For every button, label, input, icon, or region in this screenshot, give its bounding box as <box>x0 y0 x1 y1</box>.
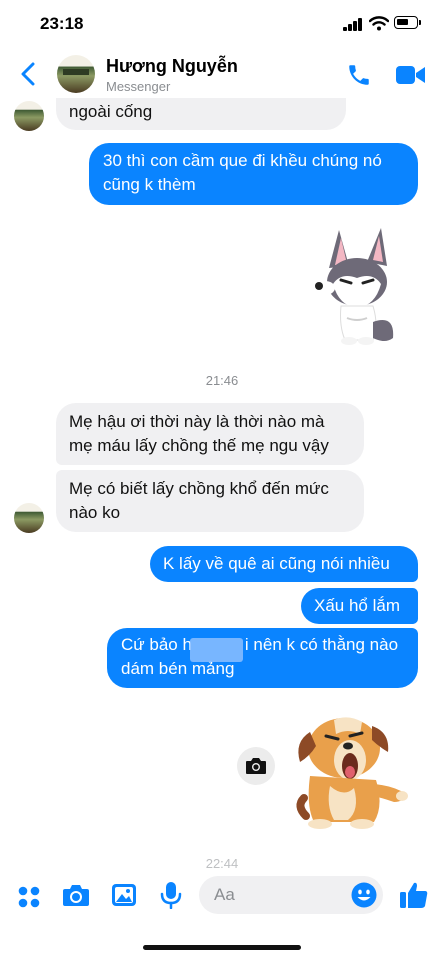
message-text: K lấy về quê ai cũng nói nhiều <box>163 554 390 573</box>
message-outgoing[interactable]: Cứ bảo hi nên k có thằng nào dám bén mản… <box>107 628 418 688</box>
microphone-icon[interactable] <box>160 881 182 909</box>
puppy-sticker[interactable] <box>290 706 410 830</box>
message-outgoing[interactable]: Xấu hổ lắm <box>301 588 418 624</box>
husky-sticker[interactable] <box>311 222 403 348</box>
message-text-part: i nên k có thằng nào <box>244 635 399 654</box>
message-incoming[interactable]: ngoài cống <box>56 98 346 130</box>
video-call-icon[interactable] <box>396 65 426 85</box>
gallery-icon[interactable] <box>111 883 137 907</box>
home-indicator[interactable] <box>143 945 301 950</box>
message-text: Mẹ có biết lấy chồng khổ đến mức nào ko <box>69 479 329 522</box>
wifi-icon <box>369 16 389 31</box>
apps-menu-icon[interactable] <box>17 885 41 909</box>
status-time: 23:18 <box>40 14 84 33</box>
message-outgoing[interactable]: K lấy về quê ai cũng nói nhiều <box>150 546 418 582</box>
camera-icon <box>246 758 266 774</box>
message-input-placeholder: Aa <box>214 885 235 904</box>
contact-name[interactable]: Hương Nguyễn <box>106 56 238 77</box>
sender-avatar[interactable] <box>14 503 44 533</box>
phone-call-icon[interactable] <box>346 62 372 88</box>
timestamp: 21:46 <box>205 373 239 388</box>
message-text: 30 thì con cầm que đi khều chúng nó cũng… <box>103 151 382 194</box>
message-incoming[interactable]: Mẹ hậu ơi thời này là thời nào mà mẹ máu… <box>56 403 364 465</box>
back-arrow-icon[interactable] <box>18 62 38 86</box>
message-text: ngoài cống <box>69 102 153 121</box>
message-text-part: Cứ bảo h <box>121 635 192 654</box>
battery-icon <box>394 16 418 29</box>
status-bar: 23:18 <box>0 0 444 48</box>
message-incoming[interactable]: Mẹ có biết lấy chồng khổ đến mức nào ko <box>56 470 364 532</box>
message-input[interactable]: Aa <box>199 876 383 914</box>
message-outgoing[interactable]: 30 thì con cầm que đi khều chúng nó cũng… <box>89 143 418 205</box>
battery-cap <box>419 20 421 25</box>
like-thumb-icon[interactable] <box>399 880 429 910</box>
sender-avatar[interactable] <box>14 101 44 131</box>
contact-avatar[interactable] <box>57 55 95 93</box>
signal-icon <box>343 18 363 31</box>
save-photo-button[interactable] <box>237 747 275 785</box>
composer-bar: Aa <box>0 868 444 924</box>
chat-header: Hương Nguyễn Messenger <box>0 48 444 102</box>
message-text: Mẹ hậu ơi thời này là thời nào mà mẹ máu… <box>69 412 329 455</box>
message-text: Xấu hổ lắm <box>314 596 400 615</box>
emoji-icon[interactable] <box>351 882 377 908</box>
contact-subtitle: Messenger <box>106 79 171 94</box>
censor-blur <box>190 638 243 662</box>
camera-icon[interactable] <box>62 883 90 907</box>
